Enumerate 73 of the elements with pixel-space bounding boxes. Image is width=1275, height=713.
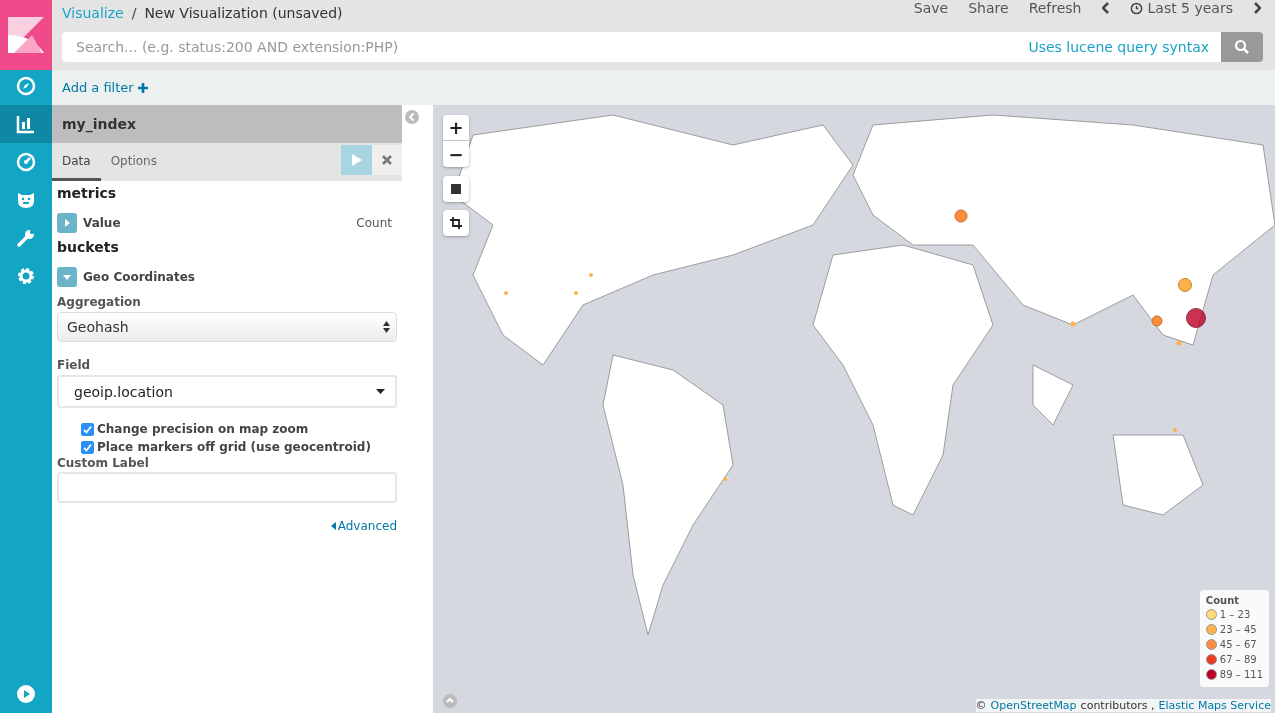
search-field[interactable]: Search... (e.g. status:200 AND extension:PHP) Uses lucene query syntax	[62, 32, 1221, 62]
legend-label: 1 – 23	[1219, 609, 1251, 620]
checkbox-label: Change precision on map zoom	[97, 422, 309, 436]
editor-tab[interactable]: Data	[52, 143, 101, 181]
bucket-label: Geo Coordinates	[83, 270, 195, 284]
attribution-text: contributors ,	[1080, 699, 1155, 712]
sort-arrows-icon	[383, 321, 390, 333]
gauge-icon	[16, 152, 36, 172]
caret-icon	[63, 219, 71, 227]
search-icon	[1234, 39, 1250, 55]
wrench-icon	[16, 228, 36, 248]
advanced-link[interactable]: Advanced	[330, 519, 397, 533]
plus-icon	[137, 82, 148, 93]
clock-icon	[1129, 1, 1143, 15]
lucene-syntax-link[interactable]: Uses lucene query syntax	[1028, 39, 1209, 55]
caret-left-icon	[330, 522, 336, 530]
collapse-panel-button[interactable]	[405, 110, 419, 124]
field-label: Field	[57, 358, 92, 372]
close-icon	[382, 155, 392, 165]
draw-rectangle-button[interactable]	[443, 176, 469, 202]
field-label: Aggregation	[57, 295, 142, 309]
expand-toggle-button[interactable]	[57, 267, 77, 287]
custom-label-input[interactable]	[57, 472, 397, 503]
apply-changes-button[interactable]	[341, 145, 372, 175]
play-icon	[350, 153, 363, 167]
checkbox[interactable]	[81, 422, 94, 436]
section-heading: metrics	[57, 185, 118, 203]
legend-label: 23 – 45	[1219, 624, 1257, 635]
openstreetmap-link[interactable]: OpenStreetMap	[990, 699, 1077, 712]
chevron-left-icon	[1101, 2, 1110, 14]
section-heading: buckets	[57, 239, 120, 257]
kibana-logo-icon[interactable]	[0, 0, 52, 70]
legend-label: 67 – 89	[1219, 654, 1257, 665]
checkbox[interactable]	[81, 440, 94, 454]
field-label: Custom Label	[57, 456, 150, 470]
caret-down-icon	[376, 389, 385, 394]
bear-face-icon	[16, 190, 36, 210]
nav-button[interactable]	[0, 105, 52, 143]
crop-icon	[450, 217, 462, 229]
index-title-bar: my_index	[52, 105, 402, 143]
toolbar-action-button[interactable]: Save	[905, 0, 957, 16]
zoom-out-button[interactable]: −	[443, 141, 469, 167]
editor-tab[interactable]: Options	[100, 143, 167, 181]
breadcrumb-separator: /	[131, 5, 137, 21]
settings-icon	[16, 266, 36, 286]
toolbar-action-button[interactable]: Refresh	[1020, 0, 1090, 16]
legend-title: Count	[1205, 595, 1241, 606]
toolbar-action-button[interactable]: Share	[960, 0, 1017, 16]
bar-chart-icon	[16, 114, 36, 134]
add-filter-link[interactable]: Add a filter	[62, 80, 148, 95]
page-title: New Visualization (unsaved)	[144, 5, 343, 21]
maps-service-link[interactable]: Elastic Maps Service	[1158, 699, 1271, 712]
time-picker-button[interactable]: Last 5 years	[1121, 0, 1241, 16]
map-info-icon[interactable]	[443, 694, 457, 708]
chevron-left-icon	[405, 110, 419, 124]
compass-icon	[16, 76, 36, 96]
metric-type: Count	[356, 216, 393, 230]
caret-icon	[63, 273, 71, 281]
legend-label: 45 – 67	[1219, 639, 1257, 650]
metric-label: Value	[83, 216, 121, 230]
search-button[interactable]	[1221, 32, 1263, 62]
zoom-in-button[interactable]: +	[443, 115, 469, 141]
discard-changes-button[interactable]	[372, 145, 402, 175]
crop-button[interactable]	[443, 210, 469, 236]
checkbox-label: Place markers off grid (use geocentroid)	[97, 440, 371, 454]
copyright-text: ©	[975, 699, 987, 712]
aggregation-select[interactable]: Geohash	[57, 312, 397, 342]
chevron-right-icon	[1253, 2, 1261, 14]
expand-toggle-button[interactable]	[57, 213, 77, 233]
square-icon	[451, 184, 461, 194]
legend-label: 89 – 111	[1219, 669, 1263, 680]
field-dropdown[interactable]: geoip.location	[57, 375, 397, 408]
play-circle-icon	[16, 684, 36, 704]
